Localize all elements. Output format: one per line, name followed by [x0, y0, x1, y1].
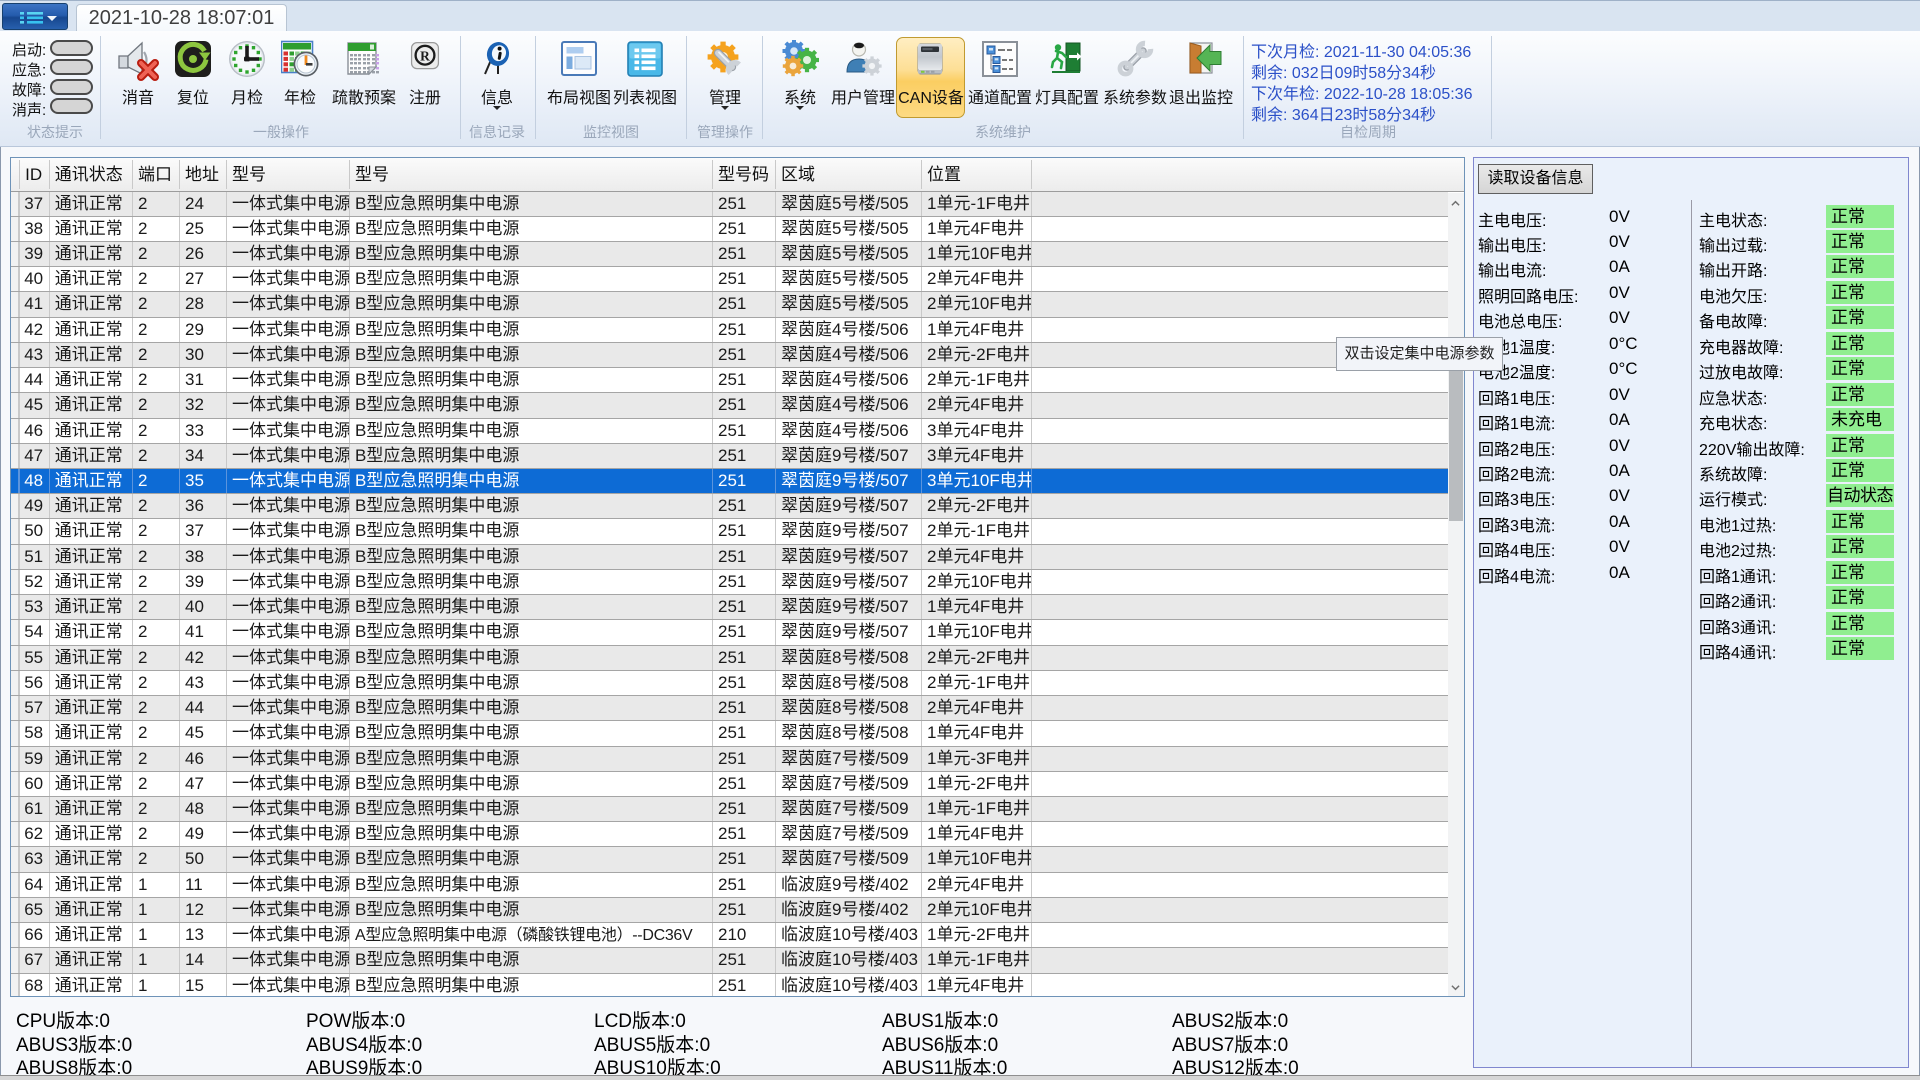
svg-text:R: R	[420, 49, 430, 64]
